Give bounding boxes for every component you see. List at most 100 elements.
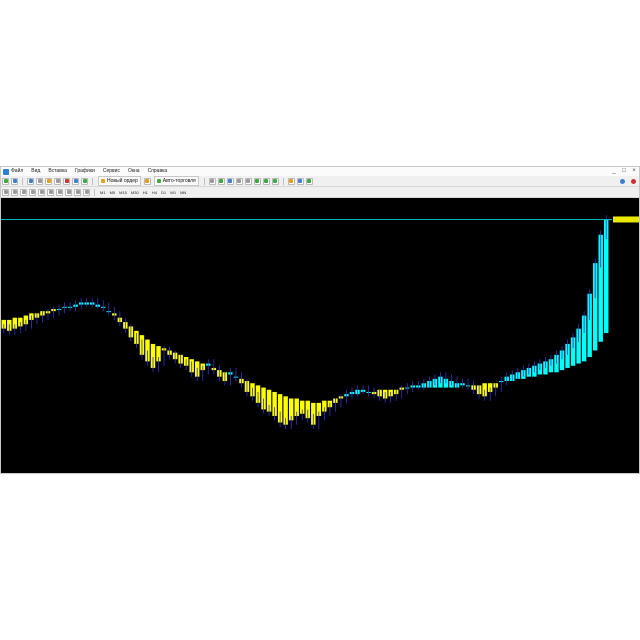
menu-charts[interactable]: Графики	[75, 167, 95, 176]
new-order-label: Новый ордер	[107, 178, 138, 184]
auto-trading-label: Авто-торговля	[162, 178, 196, 184]
market-watch-icon	[28, 179, 33, 183]
arrows-button[interactable]	[83, 188, 90, 196]
terminal-icon	[55, 179, 60, 183]
timeframe-w1[interactable]: W1	[170, 190, 176, 195]
crosshair-icon	[12, 190, 17, 194]
tile-windows-icon	[255, 179, 260, 183]
toolbar-separator	[282, 177, 284, 185]
toolbar-separator	[92, 177, 93, 185]
search-icon[interactable]	[620, 178, 625, 184]
drawing-toolbar: M1 M5 M15 M30 H1 H4 D1 W1 MN	[1, 187, 639, 198]
autoscroll-button[interactable]	[262, 177, 270, 185]
indicators-button[interactable]	[287, 177, 295, 185]
profiles-button[interactable]	[11, 177, 18, 185]
window-controls: _ □ ×	[609, 167, 639, 176]
chart-shift-button[interactable]	[271, 177, 279, 185]
auto-trading-icon	[156, 179, 161, 183]
menu-tools[interactable]: Сервис	[103, 167, 120, 176]
label-tool-button[interactable]	[74, 188, 81, 196]
menu-insert[interactable]: Вставка	[48, 167, 67, 176]
toolbar-separator	[94, 188, 95, 196]
close-button[interactable]: ×	[629, 167, 639, 176]
periods-icon	[298, 179, 303, 183]
minimize-button[interactable]: _	[609, 167, 619, 176]
price-chart[interactable]	[1, 198, 639, 474]
templates-button[interactable]	[305, 177, 313, 185]
current-price-tag	[613, 216, 639, 223]
periods-button[interactable]	[296, 177, 304, 185]
market-watch-button[interactable]	[27, 177, 34, 185]
text-tool-icon	[66, 190, 71, 194]
templates-icon	[307, 179, 312, 183]
menu-bar: Файл Вид Вставка Графики Сервис Окна Спр…	[1, 167, 639, 176]
terminal-window: Файл Вид Вставка Графики Сервис Окна Спр…	[0, 166, 640, 474]
signals-icon	[82, 179, 87, 183]
timeframe-d1[interactable]: D1	[161, 190, 166, 195]
line-chart-button[interactable]	[226, 177, 234, 185]
timeframe-m1[interactable]: M1	[100, 190, 106, 195]
trendline-button[interactable]	[38, 188, 45, 196]
fibonacci-button[interactable]	[56, 188, 63, 196]
metaeditor-button[interactable]	[143, 177, 151, 185]
fibonacci-icon	[57, 190, 62, 194]
trendline-icon	[39, 190, 44, 194]
auto-trading-button[interactable]: Авто-торговля	[153, 176, 199, 186]
standard-toolbar: Новый ордер Авто-торговля	[1, 176, 639, 187]
autoscroll-icon	[264, 179, 269, 183]
terminal-button[interactable]	[54, 177, 61, 185]
maximize-button[interactable]: □	[619, 167, 629, 176]
app-logo-icon	[3, 168, 9, 175]
candlestick-button[interactable]	[217, 177, 225, 185]
chart-shift-icon	[273, 179, 278, 183]
toolbar-right-controls	[617, 178, 639, 184]
zoom-out-icon	[246, 179, 251, 183]
menu-help[interactable]: Справка	[148, 167, 168, 176]
tile-windows-button[interactable]	[253, 177, 261, 185]
menu-view[interactable]: Вид	[31, 167, 40, 176]
record-icon[interactable]	[631, 178, 636, 184]
bar-chart-button[interactable]	[208, 177, 216, 185]
navigator-button[interactable]	[45, 177, 52, 185]
navigator-icon	[46, 179, 51, 183]
text-tool-button[interactable]	[65, 188, 72, 196]
horizontal-line-icon	[30, 190, 35, 194]
candlestick-icon	[219, 179, 224, 183]
horizontal-line-button[interactable]	[29, 188, 36, 196]
indicators-icon	[289, 179, 294, 183]
timeframe-m15[interactable]: M15	[119, 190, 127, 195]
bar-chart-icon	[210, 179, 215, 183]
vertical-line-icon	[21, 190, 26, 194]
toolbar-separator	[22, 177, 23, 185]
new-order-button[interactable]: Новый ордер	[98, 176, 141, 186]
timeframe-h1[interactable]: H1	[143, 190, 148, 195]
line-chart-icon	[228, 179, 233, 183]
menu-window[interactable]: Окна	[128, 167, 140, 176]
signals-button[interactable]	[81, 177, 88, 185]
timeframe-h4[interactable]: H4	[152, 190, 157, 195]
channel-button[interactable]	[47, 188, 54, 196]
timeframe-m30[interactable]: M30	[131, 190, 139, 195]
data-window-button[interactable]	[36, 177, 43, 185]
toolbar-separator	[203, 177, 205, 185]
zoom-in-button[interactable]	[235, 177, 243, 185]
new-chart-button[interactable]	[2, 177, 9, 185]
arrows-icon	[84, 190, 89, 194]
timeframe-mn[interactable]: MN	[180, 190, 186, 195]
zoom-out-button[interactable]	[244, 177, 252, 185]
zoom-in-icon	[237, 179, 242, 183]
strategy-tester-icon	[64, 179, 69, 183]
new-order-icon	[101, 179, 105, 183]
chart-window[interactable]	[1, 198, 639, 474]
cursor-icon	[3, 190, 8, 194]
menu-file[interactable]: Файл	[11, 167, 23, 176]
metaeditor-icon	[145, 179, 150, 183]
chart-list-button[interactable]	[72, 177, 79, 185]
cursor-button[interactable]	[2, 188, 9, 196]
vertical-line-button[interactable]	[20, 188, 27, 196]
crosshair-button[interactable]	[11, 188, 18, 196]
timeframe-m5[interactable]: M5	[110, 190, 116, 195]
channel-icon	[48, 190, 53, 194]
new-chart-icon	[3, 179, 8, 183]
strategy-tester-button[interactable]	[63, 177, 70, 185]
